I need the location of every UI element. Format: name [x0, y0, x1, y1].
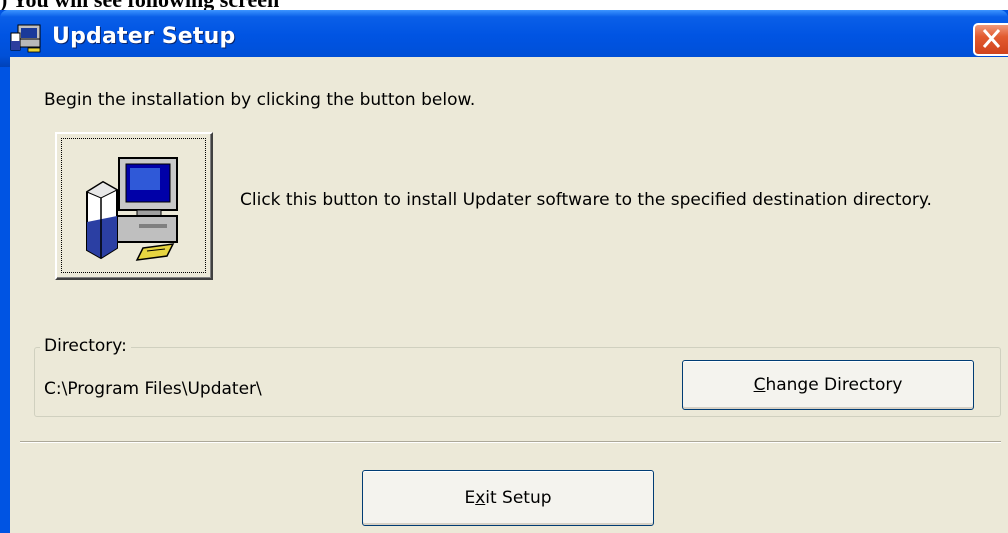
close-icon: [982, 29, 1001, 48]
install-description: Click this button to install Updater sof…: [240, 190, 932, 210]
document-caption-cropped: ) You will see following screen: [0, 0, 1008, 12]
setup-window: Updater Setup Begin the installation by …: [0, 10, 1008, 533]
exit-setup-label-post: it Setup: [485, 488, 552, 508]
exit-setup-label-pre: E: [464, 488, 476, 508]
directory-group-label: Directory:: [40, 336, 131, 356]
intro-text: Begin the installation by clicking the b…: [44, 90, 476, 110]
close-button[interactable]: [973, 23, 1008, 56]
separator: [20, 441, 1001, 443]
dialog-body: Begin the installation by clicking the b…: [10, 57, 1008, 533]
computer-install-icon: [85, 157, 178, 261]
change-directory-label-post: hange Directory: [765, 375, 903, 395]
exit-setup-button[interactable]: Exit Setup: [362, 470, 654, 526]
change-directory-mnemonic: C: [753, 375, 766, 395]
setup-icon: [10, 24, 41, 53]
window-title: Updater Setup: [52, 24, 236, 49]
directory-path: C:\Program Files\Updater\: [44, 379, 262, 399]
exit-setup-mnemonic: x: [475, 488, 486, 508]
install-button[interactable]: [55, 132, 213, 280]
change-directory-button[interactable]: Change Directory: [682, 360, 974, 410]
